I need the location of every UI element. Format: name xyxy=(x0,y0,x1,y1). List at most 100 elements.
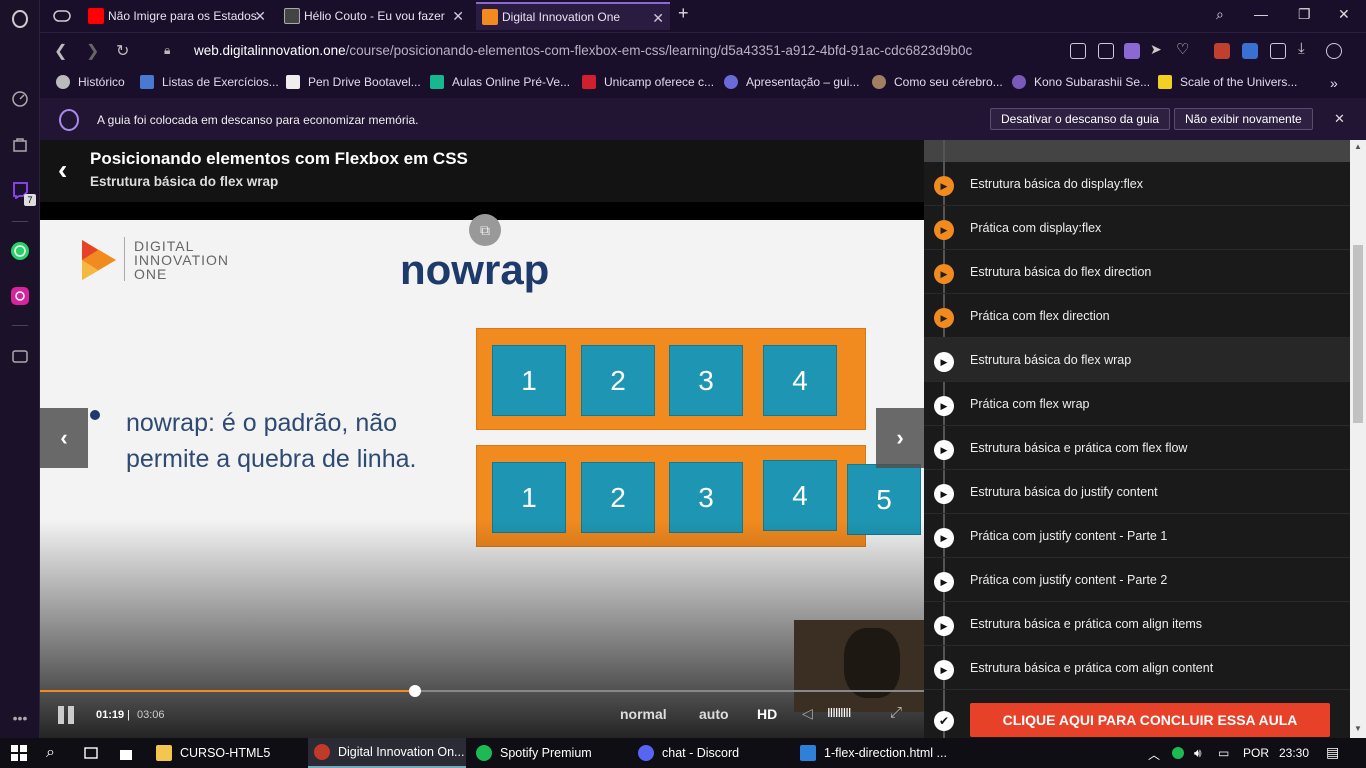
back-arrow-icon[interactable]: ‹ xyxy=(58,154,67,186)
playlist-item[interactable]: ▶ Estrutura básica do flex direction xyxy=(924,250,1350,294)
volume-slider[interactable]: IIIIIIIII xyxy=(827,705,851,720)
bookmark-item[interactable]: Aulas Online Pré-Ve... xyxy=(430,75,570,89)
bookmark-item[interactable]: Como seu cérebro... xyxy=(872,75,1003,89)
finish-lesson-button[interactable]: CLIQUE AQUI PARA CONCLUIR ESSA AULA xyxy=(970,703,1330,737)
share-icon[interactable] xyxy=(1070,43,1086,59)
restore-button[interactable]: ❐ xyxy=(1298,6,1311,23)
close-icon[interactable]: ✕ xyxy=(452,8,464,25)
dont-show-again-button[interactable]: Não exibir novamente xyxy=(1174,108,1313,130)
bookmark-label: Como seu cérebro... xyxy=(894,75,1003,89)
close-window-button[interactable]: ✕ xyxy=(1338,6,1350,23)
playback-speed-button[interactable]: normal xyxy=(620,706,667,722)
page-content: ‹ Posicionando elementos com Flexbox em … xyxy=(40,140,1350,738)
bookmark-item[interactable]: Pen Drive Bootavel... xyxy=(286,75,421,89)
sidebar-divider xyxy=(12,221,28,222)
extension-icon[interactable] xyxy=(1214,43,1230,59)
send-icon[interactable]: ➤ xyxy=(1150,41,1166,57)
tab-helio-couto[interactable]: Hélio Couto - Eu vou fazer ✕ xyxy=(278,2,470,30)
playlist-item[interactable]: ▶ Prática com justify content - Parte 2 xyxy=(924,558,1350,602)
playlist-item[interactable]: ▶ Prática com justify content - Parte 1 xyxy=(924,514,1350,558)
playlist-item[interactable]: ▶ Estrutura básica e prática com align co… xyxy=(924,646,1350,690)
scroll-down-icon[interactable]: ▼ xyxy=(1354,724,1362,733)
instructor-webcam xyxy=(794,620,924,712)
taskbar-item[interactable]: 1-flex-direction.html ... xyxy=(794,738,948,768)
close-infobar-icon[interactable]: ✕ xyxy=(1334,111,1345,127)
more-icon[interactable]: ••• xyxy=(10,708,30,728)
playlist-item[interactable]: ▶ Estrutura básica do display:flex xyxy=(924,162,1350,206)
playlist-item[interactable]: ▶ Estrutura básica do justify content xyxy=(924,470,1350,514)
start-button[interactable] xyxy=(4,738,28,768)
instagram-icon[interactable] xyxy=(10,286,30,306)
tray-chevron-icon[interactable]: ︿ xyxy=(1148,746,1160,763)
progress-knob[interactable] xyxy=(408,685,421,697)
popout-video-icon[interactable]: ⧉ xyxy=(469,214,501,246)
clock[interactable]: 23:30 xyxy=(1279,746,1309,760)
taskbar-item[interactable]: CURSO-HTML5 xyxy=(150,738,302,768)
reload-icon[interactable]: ↻ xyxy=(116,41,129,61)
video-player[interactable]: DIGITAL INNOVATION ONE nowrap nowrap: é … xyxy=(40,220,924,738)
playlist-item[interactable]: ▶ Prática com display:flex xyxy=(924,206,1350,250)
close-icon[interactable]: ✕ xyxy=(652,10,664,27)
profile-icon[interactable] xyxy=(1326,43,1342,59)
forward-icon[interactable]: ❯ xyxy=(86,41,99,61)
heart-icon[interactable]: ♡ xyxy=(1176,40,1192,58)
tab-youtube[interactable]: Não Imigre para os Estados ✕ xyxy=(82,2,272,30)
wallet-icon[interactable] xyxy=(10,346,30,366)
playlist-item[interactable]: ▶ Estrutura básica e prática com flex flo… xyxy=(924,426,1350,470)
page-scrollbar[interactable]: ▲ ▼ xyxy=(1350,140,1366,738)
back-icon[interactable]: ❮ xyxy=(54,41,67,61)
notifications-icon[interactable]: ▤ xyxy=(1326,744,1339,761)
quality-hd-button[interactable]: HD xyxy=(757,706,777,722)
task-view-icon[interactable] xyxy=(76,738,100,768)
vpn-shield-icon[interactable] xyxy=(1124,43,1140,59)
playlist-item[interactable]: ▶ Estrutura básica e prática com align it… xyxy=(924,602,1350,646)
screen: 7 ••• Não Imigre para os Estados ✕ Hélio… xyxy=(0,0,1366,768)
bookmark-item[interactable]: Kono Subarashii Se... xyxy=(1012,75,1150,89)
search-tabs-icon[interactable]: ⌕ xyxy=(1216,6,1224,23)
download-icon[interactable]: ⤓ xyxy=(1298,40,1314,57)
speed-dial-icon[interactable] xyxy=(10,89,30,109)
taskbar-item[interactable]: Digital Innovation On... xyxy=(308,738,466,768)
disable-snooze-button[interactable]: Desativar o descanso da guia xyxy=(990,108,1171,130)
url-field[interactable]: web.digitalinnovation.one/course/posicio… xyxy=(194,43,972,58)
taskbar-item[interactable]: chat - Discord xyxy=(632,738,788,768)
network-icon[interactable]: ▭ xyxy=(1218,746,1229,760)
speaker-icon[interactable]: 🔊︎ xyxy=(1194,746,1202,761)
opera-logo-icon[interactable] xyxy=(10,9,30,29)
play-icon: ▶ xyxy=(934,660,954,680)
taskbar-item[interactable]: Spotify Premium xyxy=(470,738,626,768)
search-icon[interactable]: ⌕ xyxy=(40,738,55,768)
bookmark-item[interactable]: Unicamp oferece c... xyxy=(582,75,714,89)
next-slide-button[interactable]: › xyxy=(876,408,924,468)
translate-icon[interactable] xyxy=(1242,43,1258,59)
playlist-item[interactable]: ▶ Prática com flex direction xyxy=(924,294,1350,338)
playlist-item[interactable]: ▶ Prática com flex wrap xyxy=(924,382,1350,426)
scrollbar-thumb[interactable] xyxy=(1353,245,1363,423)
quality-auto-button[interactable]: auto xyxy=(699,706,729,722)
more-bookmarks-icon[interactable]: » xyxy=(1330,75,1338,91)
store-icon[interactable] xyxy=(112,738,134,768)
previous-slide-button[interactable]: ‹ xyxy=(40,408,88,468)
shopping-bag-icon[interactable] xyxy=(10,134,30,154)
dio-favicon-icon xyxy=(482,9,498,25)
tab-digital-innovation-one[interactable]: Digital Innovation One ✕ xyxy=(476,2,670,30)
camera-icon[interactable] xyxy=(1098,43,1114,59)
cube-icon[interactable] xyxy=(1270,43,1286,59)
bookmark-item[interactable]: Listas de Exercícios... xyxy=(140,75,279,89)
whatsapp-icon[interactable] xyxy=(10,241,30,261)
gamepad-icon[interactable] xyxy=(52,6,72,26)
pause-button[interactable] xyxy=(58,706,76,724)
bookmark-item[interactable]: Histórico xyxy=(56,75,125,89)
playlist-item[interactable]: ▶ Estrutura básica do flex wrap xyxy=(924,338,1350,382)
minimize-button[interactable]: — xyxy=(1254,6,1268,22)
new-tab-button[interactable]: + xyxy=(678,3,689,24)
close-icon[interactable]: ✕ xyxy=(254,8,266,25)
video-progress-bar[interactable] xyxy=(40,685,924,697)
volume-icon[interactable]: ◁ xyxy=(802,705,813,722)
language-indicator[interactable]: POR xyxy=(1243,746,1269,760)
bookmark-item[interactable]: Scale of the Univers... xyxy=(1158,75,1297,89)
scroll-up-icon[interactable]: ▲ xyxy=(1354,142,1362,151)
tray-app-icon[interactable] xyxy=(1172,747,1184,759)
bookmark-item[interactable]: Apresentação – gui... xyxy=(724,75,859,89)
fullscreen-icon[interactable]: ⤢ xyxy=(890,704,902,721)
